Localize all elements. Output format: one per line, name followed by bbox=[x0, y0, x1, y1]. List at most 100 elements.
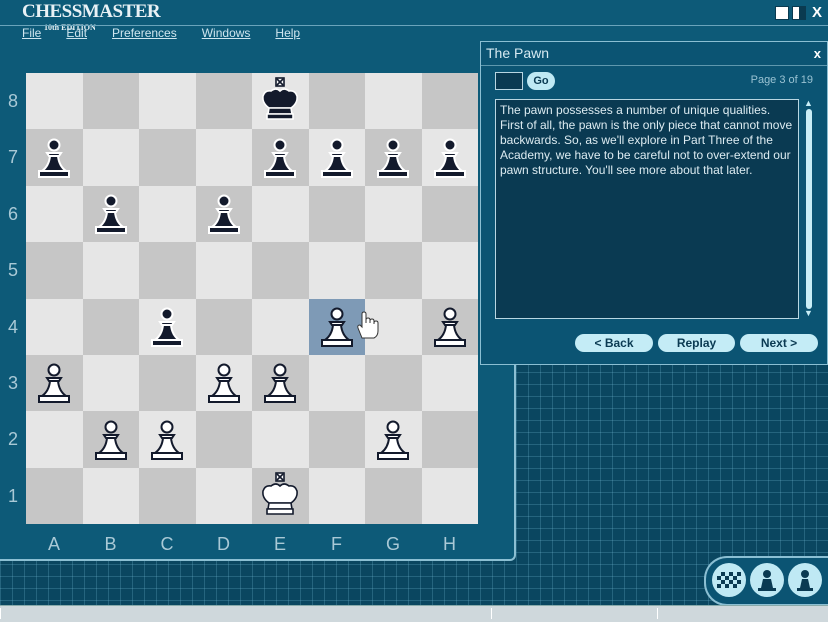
square-d1[interactable] bbox=[195, 467, 252, 525]
square-b8[interactable] bbox=[82, 73, 139, 130]
square-f8[interactable] bbox=[308, 73, 365, 130]
square-g5[interactable] bbox=[365, 242, 422, 299]
square-d2[interactable] bbox=[195, 411, 252, 468]
white-pawn-icon[interactable] bbox=[196, 355, 253, 411]
scroll-thumb[interactable] bbox=[806, 109, 812, 309]
player-button[interactable] bbox=[750, 563, 784, 597]
black-pawn-icon[interactable] bbox=[83, 186, 140, 242]
menu-edit[interactable]: Edit bbox=[66, 26, 87, 42]
square-b1[interactable] bbox=[82, 467, 139, 525]
black-pawn-icon[interactable] bbox=[365, 129, 422, 185]
white-pawn-icon[interactable] bbox=[26, 355, 83, 411]
square-e7[interactable] bbox=[252, 129, 309, 186]
square-a2[interactable] bbox=[26, 411, 83, 468]
menu-preferences[interactable]: Preferences bbox=[112, 26, 177, 42]
square-f3[interactable] bbox=[308, 355, 365, 412]
square-d4[interactable] bbox=[195, 298, 252, 355]
square-e4[interactable] bbox=[252, 298, 309, 355]
square-b5[interactable] bbox=[82, 242, 139, 299]
square-d8[interactable] bbox=[195, 73, 252, 130]
square-g1[interactable] bbox=[365, 467, 422, 525]
white-pawn-icon[interactable] bbox=[83, 411, 140, 467]
square-c5[interactable] bbox=[139, 242, 196, 299]
black-pawn-icon[interactable] bbox=[309, 129, 366, 185]
square-h3[interactable] bbox=[421, 355, 478, 412]
black-pawn-icon[interactable] bbox=[26, 129, 83, 185]
white-pawn-icon[interactable] bbox=[139, 411, 196, 467]
square-a8[interactable] bbox=[26, 73, 83, 130]
square-h4[interactable] bbox=[421, 298, 479, 355]
square-e3[interactable] bbox=[252, 355, 309, 412]
square-b7[interactable] bbox=[82, 129, 139, 186]
square-e2[interactable] bbox=[252, 411, 309, 468]
square-a1[interactable] bbox=[26, 467, 83, 525]
square-f7[interactable] bbox=[308, 129, 366, 186]
square-c6[interactable] bbox=[139, 185, 196, 243]
board-view-button[interactable] bbox=[712, 563, 746, 597]
window-close-icon[interactable]: X bbox=[812, 5, 822, 20]
square-d5[interactable] bbox=[195, 242, 252, 299]
restore-icon[interactable] bbox=[791, 6, 806, 20]
square-e5[interactable] bbox=[252, 242, 309, 299]
piece-button[interactable] bbox=[788, 563, 822, 597]
back-button[interactable]: < Back bbox=[575, 334, 653, 352]
square-f2[interactable] bbox=[308, 411, 365, 468]
square-a6[interactable] bbox=[26, 185, 83, 243]
square-d3[interactable] bbox=[195, 355, 253, 412]
black-king-icon[interactable] bbox=[252, 73, 309, 129]
replay-button[interactable]: Replay bbox=[658, 334, 735, 352]
black-pawn-icon[interactable] bbox=[139, 299, 196, 355]
go-button[interactable]: Go bbox=[527, 72, 555, 90]
page-number-input[interactable] bbox=[495, 72, 523, 90]
black-pawn-icon[interactable] bbox=[252, 129, 309, 185]
square-f1[interactable] bbox=[308, 467, 365, 525]
square-e1[interactable] bbox=[252, 467, 309, 525]
lesson-scrollbar[interactable]: ▲ ▼ bbox=[803, 98, 815, 319]
square-c4[interactable] bbox=[139, 298, 196, 355]
square-b3[interactable] bbox=[82, 355, 139, 412]
square-d7[interactable] bbox=[195, 129, 252, 186]
square-h7[interactable] bbox=[421, 129, 479, 186]
square-h5[interactable] bbox=[421, 242, 478, 299]
square-c2[interactable] bbox=[139, 411, 196, 468]
square-c3[interactable] bbox=[139, 355, 196, 412]
square-e8[interactable] bbox=[252, 73, 309, 130]
square-c1[interactable] bbox=[139, 467, 196, 525]
square-a5[interactable] bbox=[26, 242, 83, 299]
square-b2[interactable] bbox=[82, 411, 140, 468]
square-g8[interactable] bbox=[365, 73, 422, 130]
square-c8[interactable] bbox=[139, 73, 196, 130]
square-h2[interactable] bbox=[421, 411, 478, 468]
next-button[interactable]: Next > bbox=[740, 334, 818, 352]
square-g6[interactable] bbox=[365, 185, 422, 243]
white-king-icon[interactable] bbox=[252, 468, 309, 524]
square-h1[interactable] bbox=[421, 467, 478, 525]
square-f6[interactable] bbox=[308, 185, 365, 243]
square-c7[interactable] bbox=[139, 129, 196, 186]
menu-windows[interactable]: Windows bbox=[202, 26, 251, 42]
square-a7[interactable] bbox=[26, 129, 83, 186]
minimize-icon[interactable] bbox=[774, 6, 789, 20]
black-pawn-icon[interactable] bbox=[422, 129, 479, 185]
square-d6[interactable] bbox=[195, 185, 253, 243]
menu-help[interactable]: Help bbox=[275, 26, 300, 42]
square-b4[interactable] bbox=[82, 298, 139, 355]
square-g2[interactable] bbox=[365, 411, 422, 468]
menu-file[interactable]: File bbox=[22, 26, 41, 42]
square-e6[interactable] bbox=[252, 185, 309, 243]
square-a3[interactable] bbox=[26, 355, 83, 412]
scroll-up-icon[interactable]: ▲ bbox=[804, 98, 813, 108]
square-f5[interactable] bbox=[308, 242, 365, 299]
square-g3[interactable] bbox=[365, 355, 422, 412]
scroll-down-icon[interactable]: ▼ bbox=[804, 308, 813, 318]
square-a4[interactable] bbox=[26, 298, 83, 355]
black-pawn-icon[interactable] bbox=[196, 186, 253, 242]
chess-board[interactable] bbox=[26, 73, 479, 525]
square-g7[interactable] bbox=[365, 129, 422, 186]
square-h6[interactable] bbox=[421, 185, 478, 243]
dialog-close-icon[interactable]: x bbox=[814, 46, 821, 61]
white-pawn-icon[interactable] bbox=[365, 411, 422, 467]
square-h8[interactable] bbox=[421, 73, 478, 130]
white-pawn-icon[interactable] bbox=[422, 299, 479, 355]
square-b6[interactable] bbox=[82, 185, 140, 243]
